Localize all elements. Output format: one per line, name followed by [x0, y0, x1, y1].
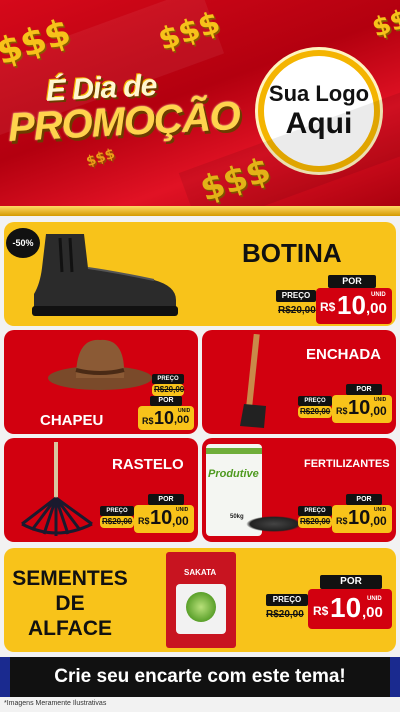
unit-label: UNID [371, 292, 386, 298]
preco-label: PREÇO [266, 594, 308, 606]
preco-label: PREÇO [276, 290, 316, 302]
cta-banner: Crie seu encarte com este tema! [0, 657, 400, 697]
old-price: R$20,00 [300, 517, 331, 526]
currency: R$ [313, 604, 329, 618]
product-name-enchada: ENCHADA [306, 346, 381, 363]
old-price-box: R$20,00 [298, 516, 332, 528]
product-name-line2: DE [55, 592, 85, 615]
product-name-rastelo: RASTELO [112, 456, 184, 473]
logo-text-line1: Sua Logo [268, 81, 370, 106]
old-price: R$20,00 [300, 407, 331, 416]
por-label: POR [150, 396, 182, 406]
cta-text: Crie seu encarte com este tema! [54, 666, 346, 687]
granules-pile [246, 516, 302, 532]
logo-text-line2: Aqui [285, 107, 353, 140]
unit-label: UNID [374, 507, 387, 513]
por-label: POR [328, 275, 376, 288]
hoe-image [240, 334, 266, 428]
boot-image [32, 234, 178, 316]
por-label: POR [346, 384, 382, 395]
rake-image [21, 442, 93, 536]
packet-brand: SAKATA [184, 568, 217, 577]
old-price: R$20,00 [102, 517, 133, 526]
dollar-sign-decoration: $$$ [154, 5, 225, 58]
price-decimal: ,00 [172, 514, 189, 528]
price-integer: 10 [330, 592, 362, 623]
product-name-line3: ALFACE [28, 617, 112, 640]
product-name-botina: BOTINA [242, 238, 342, 268]
price-decimal: ,00 [362, 604, 383, 621]
price-decimal: ,00 [370, 514, 387, 528]
unit-label: UNID [367, 596, 382, 602]
old-price: R$20,00 [266, 609, 304, 620]
currency: R$ [336, 516, 348, 526]
currency: R$ [336, 406, 348, 416]
price-integer: 10 [154, 408, 175, 428]
disclaimer: *Imagens Meramente Ilustrativas [4, 700, 107, 707]
currency: R$ [138, 516, 150, 526]
price-integer: 10 [337, 290, 366, 320]
preco-label: PREÇO [152, 374, 184, 384]
price-integer: 10 [348, 507, 371, 529]
dollar-sign-decoration: $$$ [368, 0, 400, 44]
old-price-box: R$20,00 [264, 606, 308, 624]
gold-divider [0, 206, 400, 216]
hat-image [48, 339, 152, 390]
unit-label: UNID [176, 507, 189, 513]
old-price: R$20,00 [154, 385, 185, 394]
price-integer: 10 [348, 397, 371, 419]
old-price-box: R$20,00 [298, 406, 332, 418]
price-decimal: ,00 [174, 414, 190, 426]
bag-weight: 50kg [230, 514, 244, 520]
old-price-box: R$20,00 [152, 384, 184, 396]
bag-brand: Produtive [208, 468, 259, 480]
price-decimal: ,00 [366, 300, 387, 317]
por-label: POR [148, 494, 184, 505]
product-name-chapeu: CHAPEU [40, 412, 104, 429]
old-price-box: R$20,00 [100, 516, 134, 528]
dollar-sign-decoration: $$$ [84, 145, 117, 171]
product-name-line1: SEMENTES [12, 567, 128, 590]
price-decimal: ,00 [370, 404, 387, 418]
seed-packet-image: SAKATA [166, 552, 236, 648]
header-banner: $$$ $$$ $$$ $$$ $$$ É Dia de PROMOÇÃO Su… [0, 0, 400, 212]
por-label: POR [346, 494, 382, 505]
promo-title-line2: PROMOÇÃO [6, 93, 241, 151]
old-price: R$20,00 [278, 305, 316, 316]
currency: R$ [320, 300, 336, 314]
dollar-sign-decoration: $$$ [195, 150, 276, 210]
preco-label: PREÇO [100, 506, 134, 516]
preco-label: PREÇO [298, 396, 332, 406]
old-price-box: R$20,00 [276, 302, 316, 320]
currency: R$ [142, 416, 154, 426]
preco-label: PREÇO [298, 506, 332, 516]
dollar-sign-decoration: $$$ [0, 11, 76, 74]
unit-label: UNID [374, 397, 387, 403]
por-label: POR [320, 575, 382, 589]
logo-placeholder: Sua Logo Aqui [258, 50, 380, 172]
product-name-sementes: SEMENTES DE ALFACE [12, 566, 128, 641]
product-name-fertilizantes: FERTILIZANTES [304, 458, 390, 470]
unit-label: UNID [178, 408, 191, 414]
price-integer: 10 [150, 507, 173, 529]
